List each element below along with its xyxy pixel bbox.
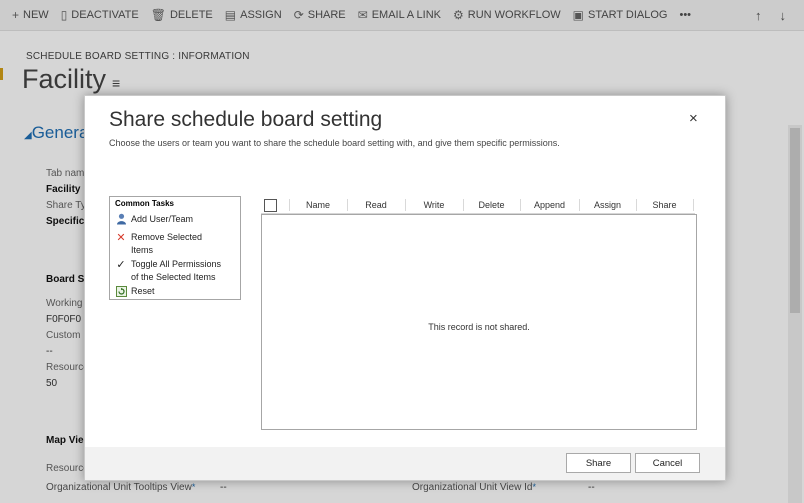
column-delete[interactable]: Delete bbox=[463, 200, 520, 210]
permissions-grid-header: Name Read Write Delete Append Assign Sha… bbox=[261, 197, 695, 214]
checkmark-icon: ✓ bbox=[116, 258, 126, 271]
share-button[interactable]: Share bbox=[566, 453, 631, 473]
column-separator bbox=[693, 199, 694, 211]
column-append[interactable]: Append bbox=[520, 200, 579, 210]
column-write[interactable]: Write bbox=[405, 200, 463, 210]
dialog-footer: Share Cancel bbox=[85, 447, 725, 480]
remove-x-icon: ✕ bbox=[116, 231, 126, 244]
close-icon[interactable]: × bbox=[689, 110, 698, 127]
remove-selected-task[interactable]: ✕ Remove Selected Items bbox=[114, 231, 202, 257]
column-name[interactable]: Name bbox=[289, 200, 347, 210]
reset-icon bbox=[114, 285, 128, 297]
cancel-button[interactable]: Cancel bbox=[635, 453, 700, 473]
dialog-title: Share schedule board setting bbox=[109, 108, 383, 131]
toggle-permissions-task[interactable]: ✓ Toggle All Permissions of the Selected … bbox=[114, 258, 221, 284]
empty-grid-message: This record is not shared. bbox=[428, 322, 530, 332]
add-user-team-task[interactable]: Add User/Team bbox=[114, 213, 193, 226]
dialog-subtitle: Choose the users or team you want to sha… bbox=[109, 138, 560, 148]
select-all-checkbox[interactable] bbox=[264, 199, 277, 212]
column-assign[interactable]: Assign bbox=[579, 200, 636, 210]
share-dialog: Share schedule board setting Choose the … bbox=[84, 95, 726, 481]
add-user-icon bbox=[114, 213, 128, 225]
reset-task[interactable]: Reset bbox=[114, 285, 155, 298]
column-read[interactable]: Read bbox=[347, 200, 405, 210]
column-share[interactable]: Share bbox=[636, 200, 693, 210]
common-tasks-heading: Common Tasks bbox=[115, 199, 174, 208]
permissions-grid: This record is not shared. bbox=[261, 214, 697, 430]
common-tasks-panel: Common Tasks Add User/Team ✕ Remove Sele… bbox=[109, 196, 241, 300]
